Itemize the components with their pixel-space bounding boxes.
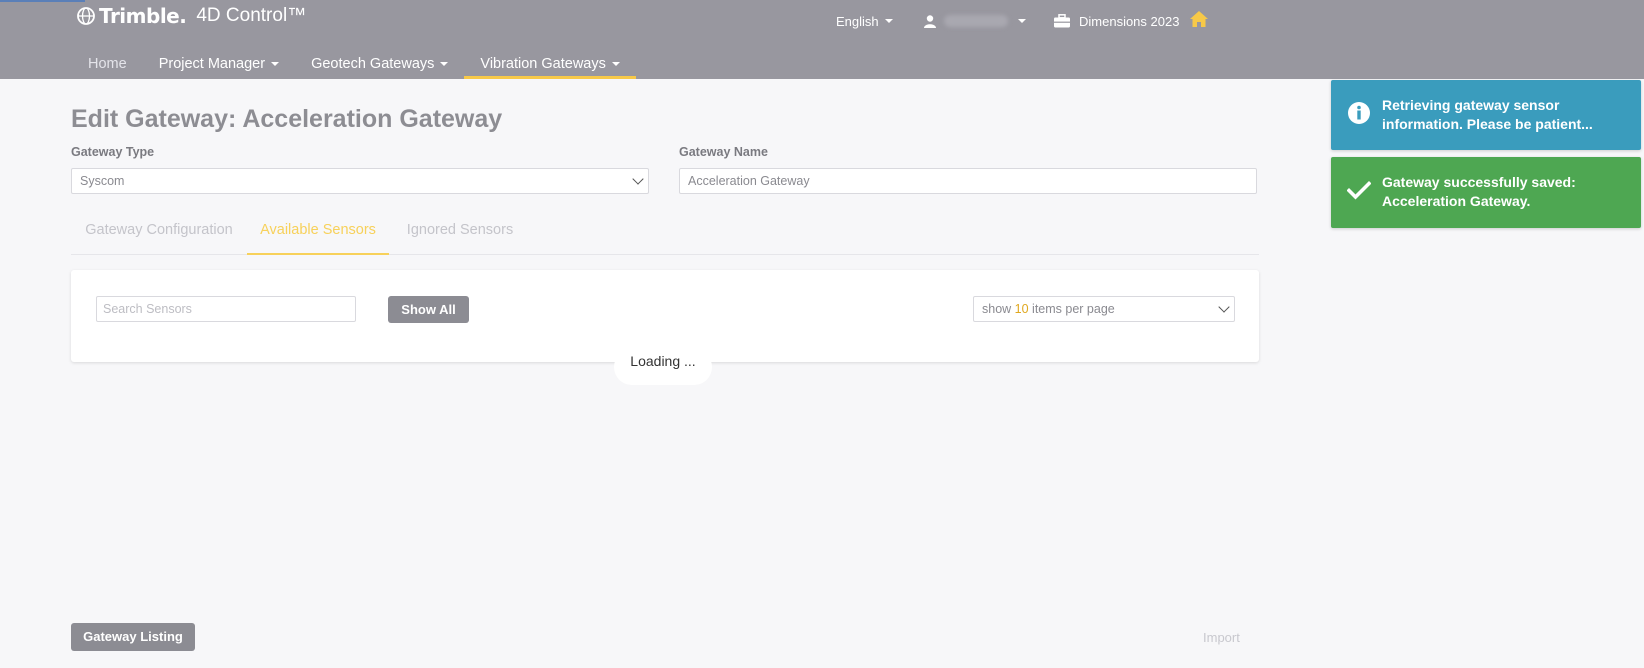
user-name-redacted	[944, 15, 1008, 27]
info-icon	[1348, 102, 1370, 124]
language-dropdown[interactable]: English	[836, 10, 893, 32]
tab-gateway-configuration[interactable]: Gateway Configuration	[71, 217, 247, 255]
gateway-type-select[interactable]: Syscom	[71, 168, 649, 194]
loading-indicator: Loading ...	[614, 349, 712, 385]
top-header: Trimble. 4D Control™ English Dimensions …	[0, 0, 1644, 79]
info-toast[interactable]: Retrieving gateway sensor information. P…	[1331, 80, 1641, 150]
home-icon[interactable]	[1190, 11, 1208, 27]
checkmark-icon	[1347, 180, 1371, 200]
nav-project-manager-label: Project Manager	[158, 56, 266, 72]
search-placeholder: Search Sensors	[103, 302, 192, 316]
nav-geotech-gateways-label: Geotech Gateways	[311, 56, 435, 72]
nav-vibration-gateways[interactable]: Vibration Gateways	[464, 52, 637, 79]
success-toast-message: Gateway successfully saved: Acceleration…	[1382, 174, 1576, 209]
chevron-down-icon	[632, 173, 644, 185]
product-name: 4D Control™	[196, 5, 307, 26]
main-nav: Home Project Manager Geotech Gateways Vi…	[72, 52, 637, 79]
brand-name: Trimble.	[99, 4, 187, 28]
perpage-suffix: items per page	[1028, 302, 1115, 316]
project-name: Dimensions 2023	[1079, 13, 1180, 29]
tab-available-sensors-label: Available Sensors	[260, 222, 376, 238]
trimble-globe-icon	[77, 7, 95, 25]
import-link[interactable]: Import	[1203, 630, 1240, 645]
nav-geotech-gateways[interactable]: Geotech Gateways	[295, 52, 464, 79]
tab-ignored-sensors[interactable]: Ignored Sensors	[389, 217, 531, 255]
tab-ignored-sensors-label: Ignored Sensors	[406, 222, 514, 238]
gateway-name-value: Acceleration Gateway	[688, 174, 810, 188]
nav-vibration-gateways-label: Vibration Gateways	[480, 56, 606, 72]
briefcase-icon	[1054, 14, 1070, 28]
gateway-type-label: Gateway Type	[71, 145, 155, 159]
show-all-button[interactable]: Show All	[388, 296, 469, 323]
brand-logo[interactable]: Trimble. 4D Control™	[76, 4, 306, 28]
info-toast-message: Retrieving gateway sensor information. P…	[1382, 97, 1593, 132]
gateway-name-label: Gateway Name	[679, 145, 768, 159]
chevron-down-icon	[440, 62, 449, 67]
gateway-listing-button[interactable]: Gateway Listing	[71, 623, 195, 651]
user-menu[interactable]	[924, 10, 1026, 32]
nav-project-manager[interactable]: Project Manager	[143, 52, 295, 79]
gateway-name-input[interactable]: Acceleration Gateway	[679, 168, 1257, 194]
user-icon	[924, 14, 936, 28]
search-sensors-input[interactable]: Search Sensors	[96, 296, 356, 322]
chevron-down-icon	[1018, 19, 1026, 23]
gateway-tabs: Gateway Configuration Available Sensors …	[71, 217, 1259, 255]
items-per-page-select[interactable]: show 10 items per page	[973, 296, 1235, 322]
tab-available-sensors[interactable]: Available Sensors	[247, 217, 389, 255]
gateway-type-value: Syscom	[80, 174, 125, 188]
nav-home-label: Home	[88, 56, 127, 72]
chevron-down-icon	[884, 19, 893, 23]
perpage-count: 10	[1014, 302, 1029, 316]
language-label: English	[836, 13, 879, 29]
chevron-down-icon	[1218, 301, 1230, 313]
header-accent-line	[0, 0, 85, 2]
chevron-down-icon	[611, 62, 620, 67]
success-toast[interactable]: Gateway successfully saved: Acceleration…	[1331, 157, 1641, 228]
perpage-prefix: show	[982, 302, 1015, 316]
chevron-down-icon	[271, 62, 280, 67]
nav-home[interactable]: Home	[72, 52, 143, 79]
project-selector[interactable]: Dimensions 2023	[1054, 10, 1179, 32]
page-title: Edit Gateway: Acceleration Gateway	[71, 105, 503, 133]
tab-gateway-configuration-label: Gateway Configuration	[85, 222, 233, 238]
